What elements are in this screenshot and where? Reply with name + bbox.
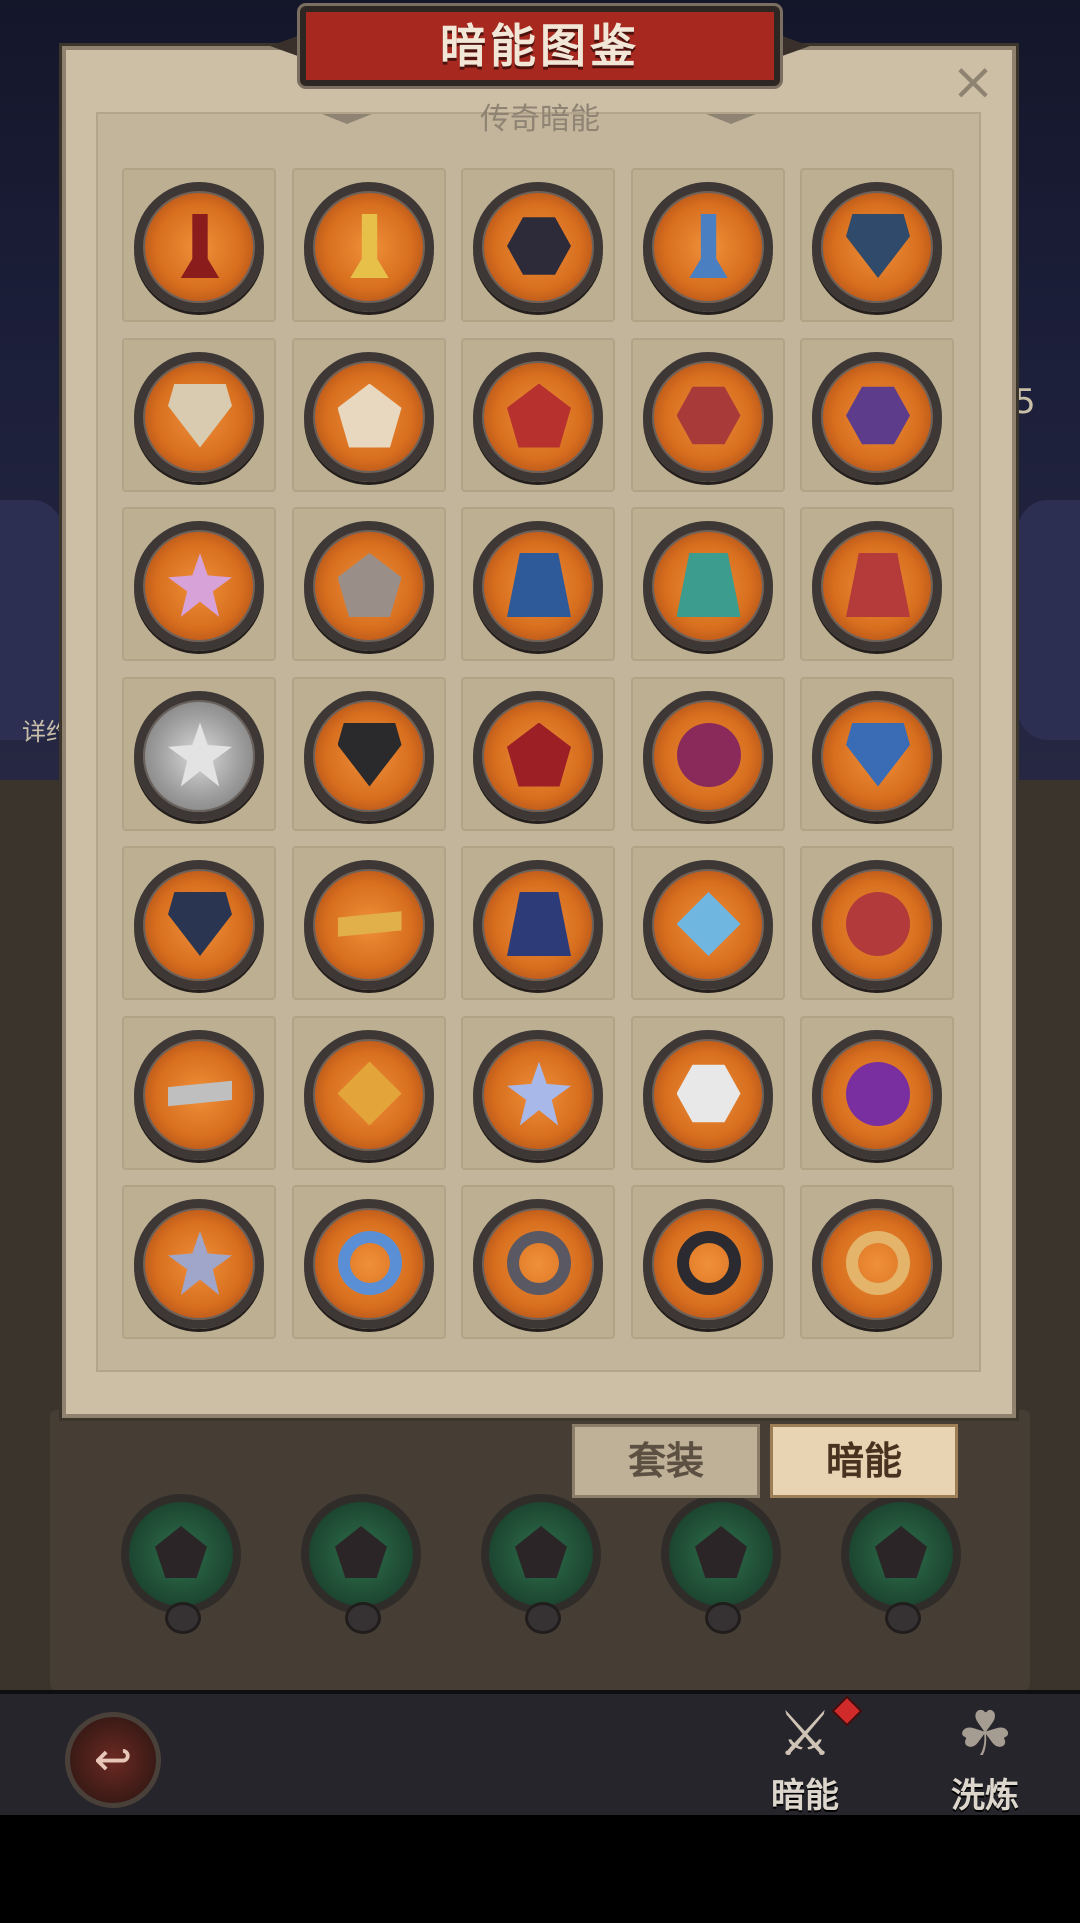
gold-ring-icon: [846, 1231, 910, 1295]
item-cell-red-chest[interactable]: [630, 337, 785, 492]
item-cell-teal-legs[interactable]: [630, 507, 785, 661]
serpent-ring-icon: [507, 1231, 571, 1295]
item-cell-dark-helm[interactable]: [800, 168, 954, 322]
section-title: 传奇暗能: [480, 102, 600, 137]
item-cell-purple-fist[interactable]: [630, 676, 785, 831]
item-cell-double-axe[interactable]: [461, 168, 615, 322]
background-left-tab: [0, 500, 62, 740]
purple-crest-icon: [846, 1061, 910, 1126]
item-cell-sword[interactable]: [630, 168, 785, 322]
item-cell-gold-key[interactable]: [291, 168, 446, 322]
sapphire-ring-icon: [338, 1231, 402, 1295]
item-cell-serpent-ring[interactable]: [461, 1185, 615, 1339]
item-cell-silver-chain[interactable]: [122, 1015, 276, 1170]
green-slot-1: [115, 1488, 247, 1634]
item-cell-silver-crown[interactable]: [122, 676, 276, 831]
skull-icon: [525, 1602, 561, 1634]
item-cell-gold-chain[interactable]: [291, 1015, 446, 1170]
refine-icon: ☘: [957, 1697, 1013, 1770]
item-cell-gold-ring[interactable]: [800, 1185, 954, 1339]
item-cell-iron-helm[interactable]: [291, 676, 446, 831]
item-cell-spiked-pauldron[interactable]: [122, 507, 276, 661]
nav-dark-energy[interactable]: ⚔ 暗能: [730, 1700, 880, 1817]
item-cell-star-ring[interactable]: [122, 1185, 276, 1339]
item-cell-purple-crest[interactable]: [800, 1015, 954, 1170]
chain-amulet-icon: [846, 892, 910, 956]
item-cell-gold-band[interactable]: [291, 846, 446, 1000]
item-cell-red-horn-helm[interactable]: [461, 676, 615, 831]
skull-icon: [885, 1602, 921, 1634]
dialog-title: 暗能图鉴: [440, 19, 640, 73]
skull-icon: [705, 1602, 741, 1634]
system-bar: [0, 1815, 1080, 1923]
background-right-label: 5: [1014, 382, 1036, 422]
skull-icon: [165, 1602, 201, 1634]
item-cell-red-greaves[interactable]: [800, 507, 954, 661]
item-cell-demon-mask[interactable]: [461, 337, 615, 492]
back-arrow-icon: ↩: [93, 1732, 133, 1786]
green-slot-5: [835, 1488, 967, 1634]
dark-ring-icon: [677, 1231, 741, 1295]
item-cell-gold-belt-cape[interactable]: [461, 846, 615, 1000]
item-cell-dark-boot[interactable]: [122, 846, 276, 1000]
green-slot-3: [475, 1488, 607, 1634]
tab-dark-energy[interactable]: 暗能: [770, 1424, 958, 1498]
item-cell-blue-pendant[interactable]: [630, 846, 785, 1000]
item-cell-steel-pauldron[interactable]: [291, 507, 446, 661]
item-cell-winged-helm[interactable]: [122, 337, 276, 492]
item-cell-blue-boot[interactable]: [800, 676, 954, 831]
tab-suit[interactable]: 套装: [572, 1424, 760, 1498]
back-button[interactable]: ↩: [65, 1712, 161, 1808]
item-cell-bone-mask[interactable]: [291, 337, 446, 492]
close-button[interactable]: ×: [950, 56, 996, 108]
item-cell-blue-legs[interactable]: [461, 507, 615, 661]
item-cell-skull-wings[interactable]: [630, 1015, 785, 1170]
item-cell-sapphire-ring[interactable]: [291, 1185, 446, 1339]
background-right-tab: [1018, 500, 1080, 740]
nav-refine[interactable]: ☘ 洗炼: [910, 1697, 1060, 1817]
item-cell-purple-armor[interactable]: [800, 337, 954, 492]
skull-icon: [345, 1602, 381, 1634]
item-cell-crystal-crest[interactable]: [461, 1015, 615, 1170]
purple-fist-icon: [676, 722, 741, 787]
close-icon: ×: [951, 52, 995, 112]
item-cell-scepter[interactable]: [122, 168, 276, 322]
item-cell-chain-amulet[interactable]: [800, 846, 954, 1000]
nav-dark-energy-label: 暗能: [771, 1776, 839, 1816]
green-slot-4: [655, 1488, 787, 1634]
nav-refine-label: 洗炼: [951, 1776, 1019, 1816]
item-cell-dark-ring[interactable]: [630, 1185, 785, 1339]
green-slot-2: [295, 1488, 427, 1634]
